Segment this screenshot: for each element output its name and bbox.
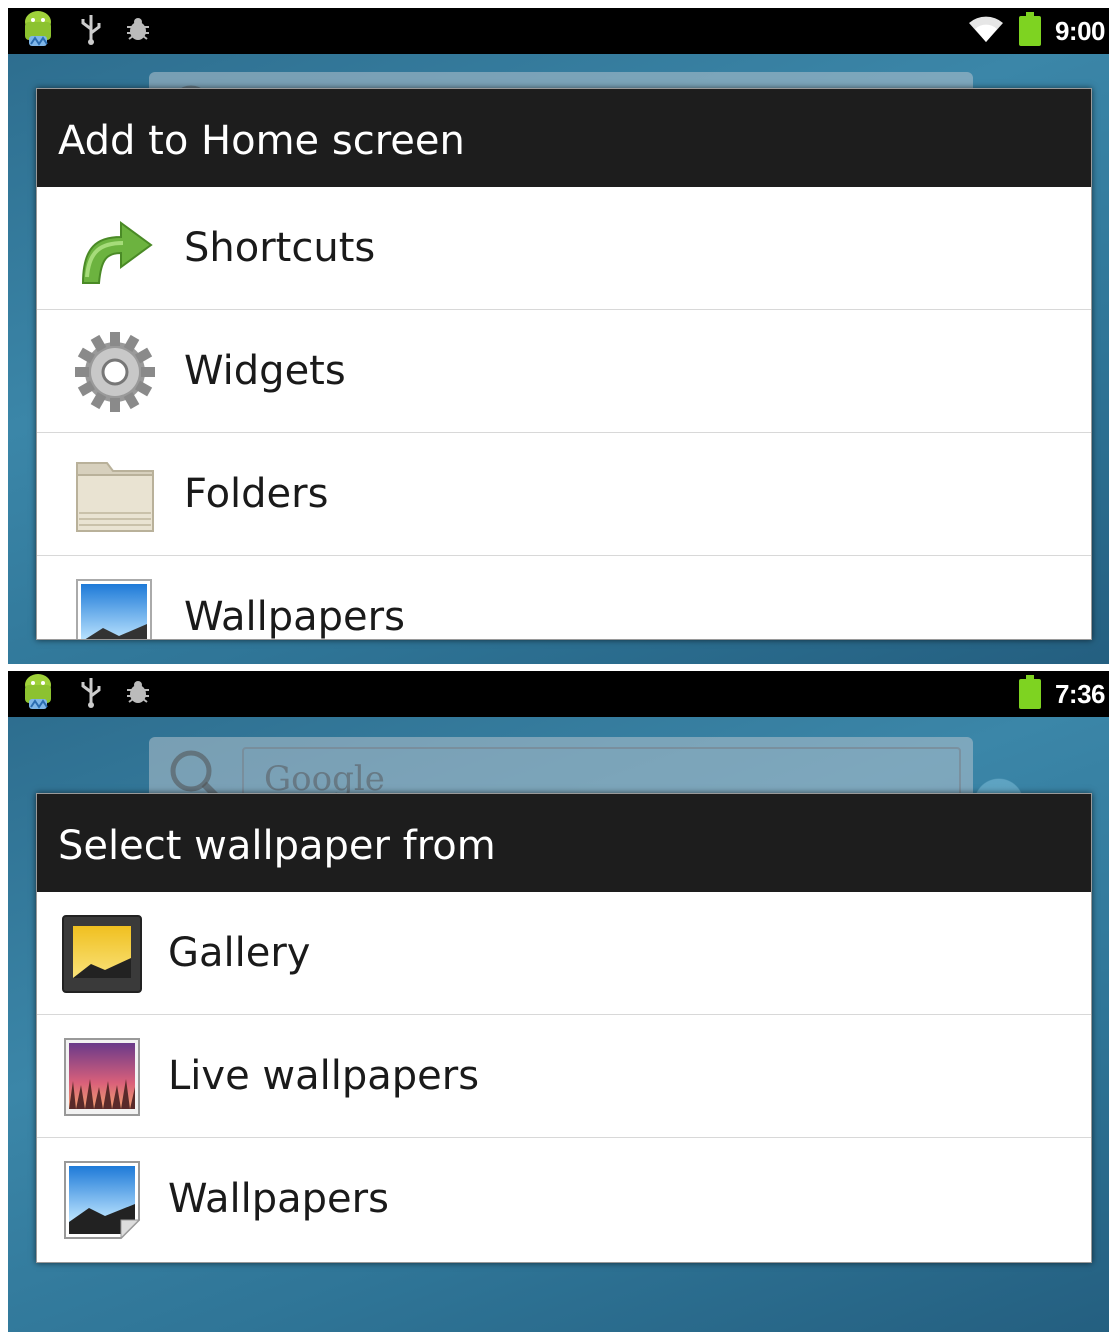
dialog-title: Select wallpaper from xyxy=(37,794,1091,892)
wifi-icon xyxy=(967,14,1005,48)
menu-item-label: Wallpapers xyxy=(168,1176,389,1222)
android-debug-icon xyxy=(18,671,58,717)
menu-item-wallpapers[interactable]: Wallpapers xyxy=(37,1138,1091,1261)
battery-icon xyxy=(1018,675,1041,713)
select-wallpaper-dialog: Select wallpaper from Gallery Live wallp… xyxy=(36,793,1092,1263)
menu-item-label: Folders xyxy=(184,471,329,517)
live-wallpaper-icon xyxy=(61,1035,145,1119)
clock: 7:36 xyxy=(1054,678,1106,709)
menu-item-folders[interactable]: Folders xyxy=(37,433,1091,556)
menu-item-label: Shortcuts xyxy=(184,225,376,271)
dialog-title: Add to Home screen xyxy=(37,89,1091,187)
usb-icon xyxy=(80,13,102,49)
battery-icon xyxy=(1018,12,1041,50)
menu-item-wallpapers[interactable]: Wallpapers xyxy=(37,556,1091,640)
bug-icon xyxy=(124,15,152,47)
menu-item-gallery[interactable]: Gallery xyxy=(37,892,1091,1015)
menu-item-label: Wallpapers xyxy=(184,594,405,640)
wallpaper-icon xyxy=(61,1158,145,1242)
menu-item-label: Gallery xyxy=(168,930,311,976)
status-bar[interactable]: 9:00 xyxy=(8,8,1109,54)
gallery-icon xyxy=(61,912,145,996)
menu-item-label: Live wallpapers xyxy=(168,1053,480,1099)
folder-icon xyxy=(73,453,157,537)
menu-item-label: Widgets xyxy=(184,348,346,394)
status-bar[interactable]: 7:36 xyxy=(8,671,1109,717)
clock: 9:00 xyxy=(1054,15,1106,46)
menu-item-widgets[interactable]: Widgets xyxy=(37,310,1091,433)
usb-icon xyxy=(80,676,102,712)
shortcut-arrow-icon xyxy=(73,207,157,291)
menu-item-shortcuts[interactable]: Shortcuts xyxy=(37,187,1091,310)
menu-item-live-wallpapers[interactable]: Live wallpapers xyxy=(37,1015,1091,1138)
add-to-home-screen-dialog: Add to Home screen Shortcuts Widgets Fol… xyxy=(36,88,1092,640)
bug-icon xyxy=(124,678,152,710)
wallpaper-icon xyxy=(73,576,157,639)
gear-icon xyxy=(73,330,157,414)
android-debug-icon xyxy=(18,8,58,54)
home-screen-top: 9:00 Add to Home screen Shortcuts Widget… xyxy=(8,8,1109,664)
home-screen-bottom: 7:36 Google Select wallpaper from Galler… xyxy=(8,671,1109,1332)
